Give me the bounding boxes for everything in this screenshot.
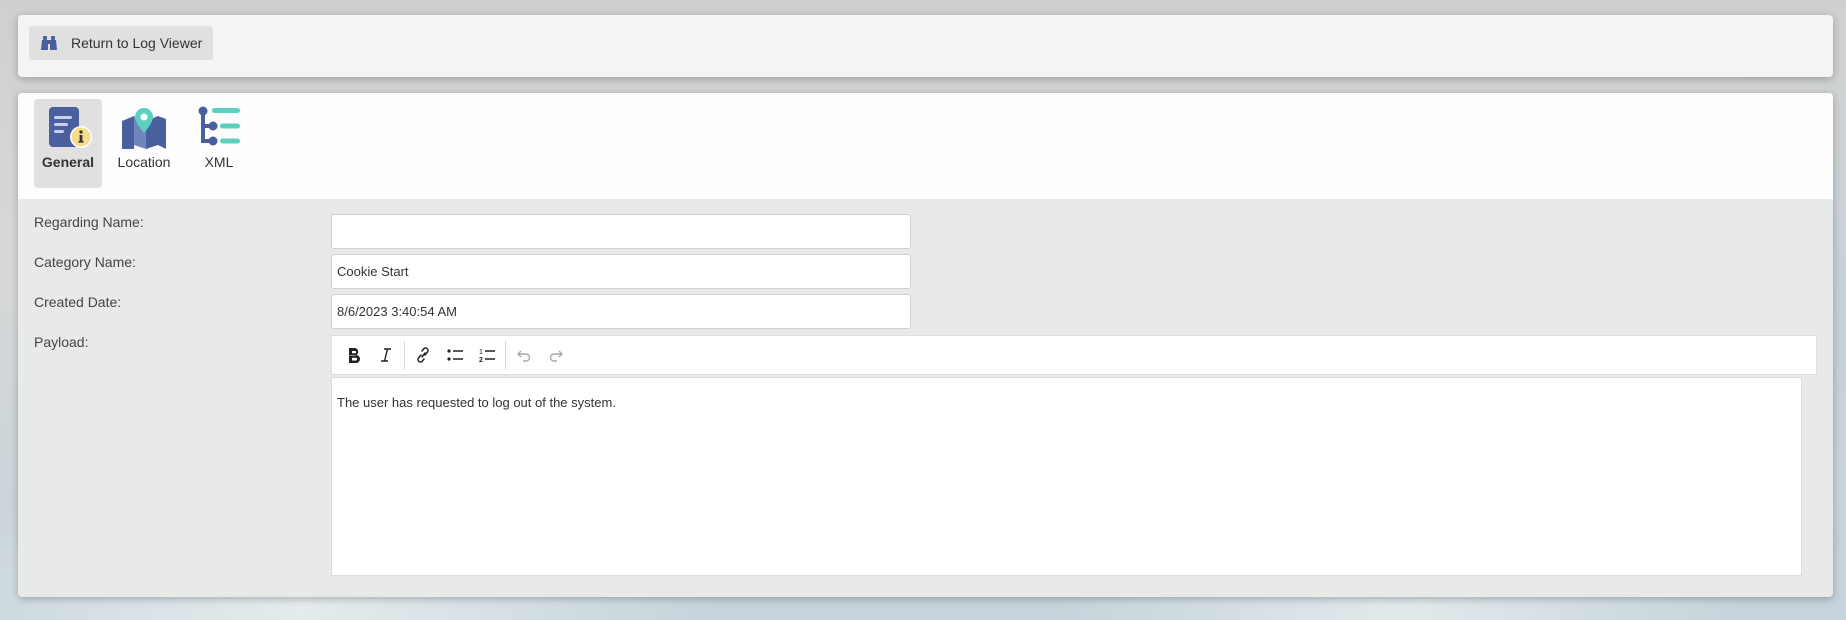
svg-text:2: 2: [479, 357, 483, 364]
return-to-log-viewer-button[interactable]: Return to Log Viewer: [29, 26, 213, 60]
top-toolbar-panel: Return to Log Viewer: [18, 15, 1833, 77]
regarding-name-label: Regarding Name:: [34, 214, 144, 230]
tab-location[interactable]: Location: [108, 99, 180, 188]
tab-general-label: General: [41, 154, 95, 170]
redo-icon: [549, 350, 563, 362]
italic-button[interactable]: [370, 339, 402, 371]
redo-button[interactable]: [540, 339, 572, 371]
bold-icon: [349, 348, 360, 363]
map-pin-icon: [119, 105, 169, 151]
return-button-label: Return to Log Viewer: [71, 35, 203, 51]
undo-icon: [517, 350, 531, 362]
payload-label: Payload:: [34, 334, 89, 350]
toolbar-separator: [505, 341, 506, 369]
category-name-label: Category Name:: [34, 254, 136, 270]
created-date-label: Created Date:: [34, 294, 122, 310]
tree-structure-icon: [194, 105, 244, 151]
log-detail-panel: General Location XML Regarding Name: Cat…: [18, 93, 1833, 597]
payload-editor-toolbar: 12: [331, 335, 1817, 375]
bullet-list-button[interactable]: [439, 339, 471, 371]
document-info-icon: [43, 105, 93, 151]
link-icon: [417, 347, 429, 363]
regarding-name-input[interactable]: [331, 214, 911, 249]
payload-editor[interactable]: The user has requested to log out of the…: [331, 377, 1802, 576]
italic-icon: [381, 348, 391, 362]
created-date-input[interactable]: [331, 294, 911, 329]
binoculars-icon: [40, 35, 58, 51]
bold-button[interactable]: [338, 339, 370, 371]
tab-xml[interactable]: XML: [186, 99, 252, 188]
svg-text:1: 1: [479, 349, 483, 356]
tab-bar: General Location XML: [18, 93, 1833, 199]
undo-button[interactable]: [508, 339, 540, 371]
bullet-list-icon: [447, 349, 463, 361]
tab-xml-label: XML: [204, 154, 234, 170]
link-button[interactable]: [407, 339, 439, 371]
tab-general[interactable]: General: [34, 99, 102, 188]
tab-location-label: Location: [117, 154, 171, 170]
numbered-list-button[interactable]: 12: [471, 339, 503, 371]
category-name-input[interactable]: [331, 254, 911, 289]
numbered-list-icon: 12: [479, 349, 495, 364]
toolbar-separator: [404, 341, 405, 369]
